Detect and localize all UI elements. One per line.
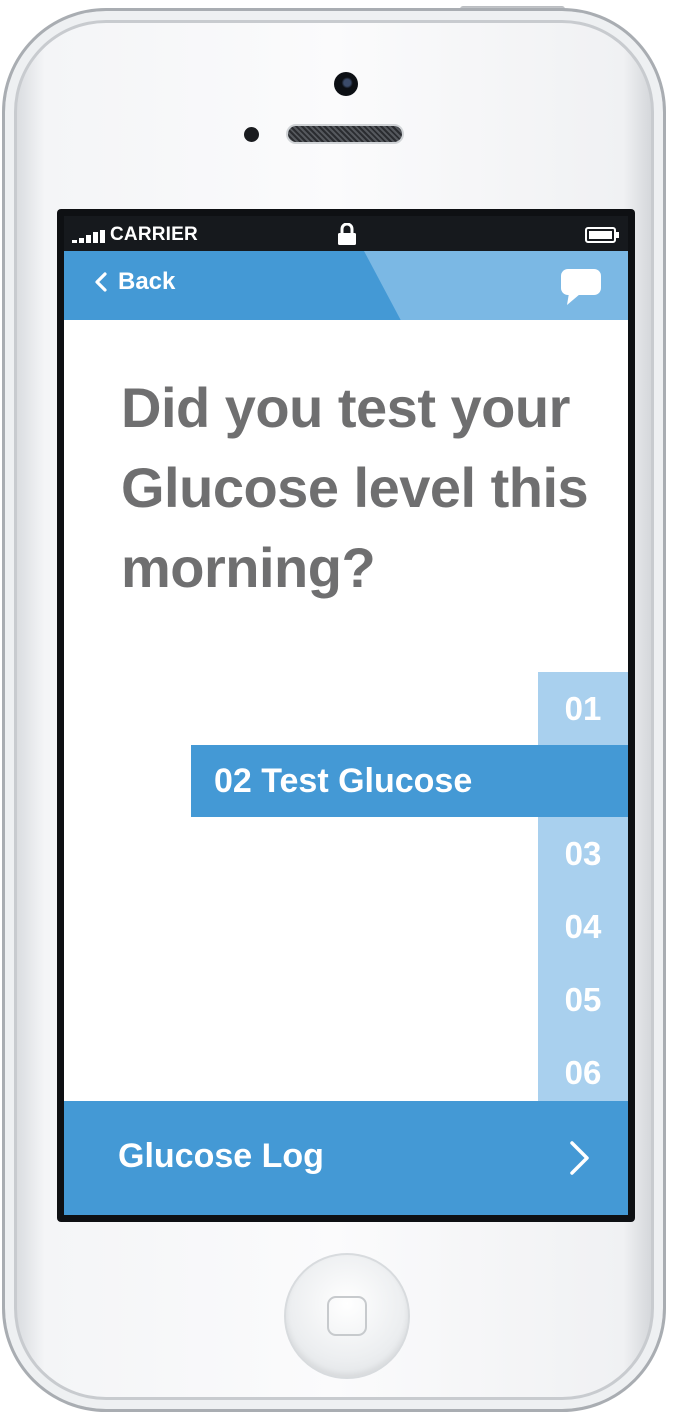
home-square-icon <box>327 1296 367 1336</box>
step-05[interactable]: 05 <box>538 963 628 1036</box>
chevron-right-icon <box>570 1141 589 1175</box>
step-06[interactable]: 06 <box>538 1036 628 1109</box>
glucose-log-label: Glucose Log <box>118 1137 324 1175</box>
step-04[interactable]: 04 <box>538 890 628 963</box>
glucose-log-button[interactable]: Glucose Log <box>64 1101 628 1215</box>
step-01[interactable]: 01 <box>538 672 628 745</box>
page: CARRIER Back Did you test your Glucose l… <box>0 0 673 1417</box>
earpiece-speaker <box>286 124 404 144</box>
app-display: CARRIER Back Did you test your Glucose l… <box>64 216 628 1215</box>
home-button[interactable] <box>284 1253 410 1379</box>
proximity-sensor <box>244 127 259 142</box>
step-02-active[interactable]: 02 Test Glucose <box>191 745 628 817</box>
step-03[interactable]: 03 <box>538 817 628 890</box>
step-indicator: 01 02 Test Glucose 03 04 05 06 <box>64 216 628 1215</box>
front-camera <box>334 72 358 96</box>
screen: CARRIER Back Did you test your Glucose l… <box>57 209 635 1222</box>
